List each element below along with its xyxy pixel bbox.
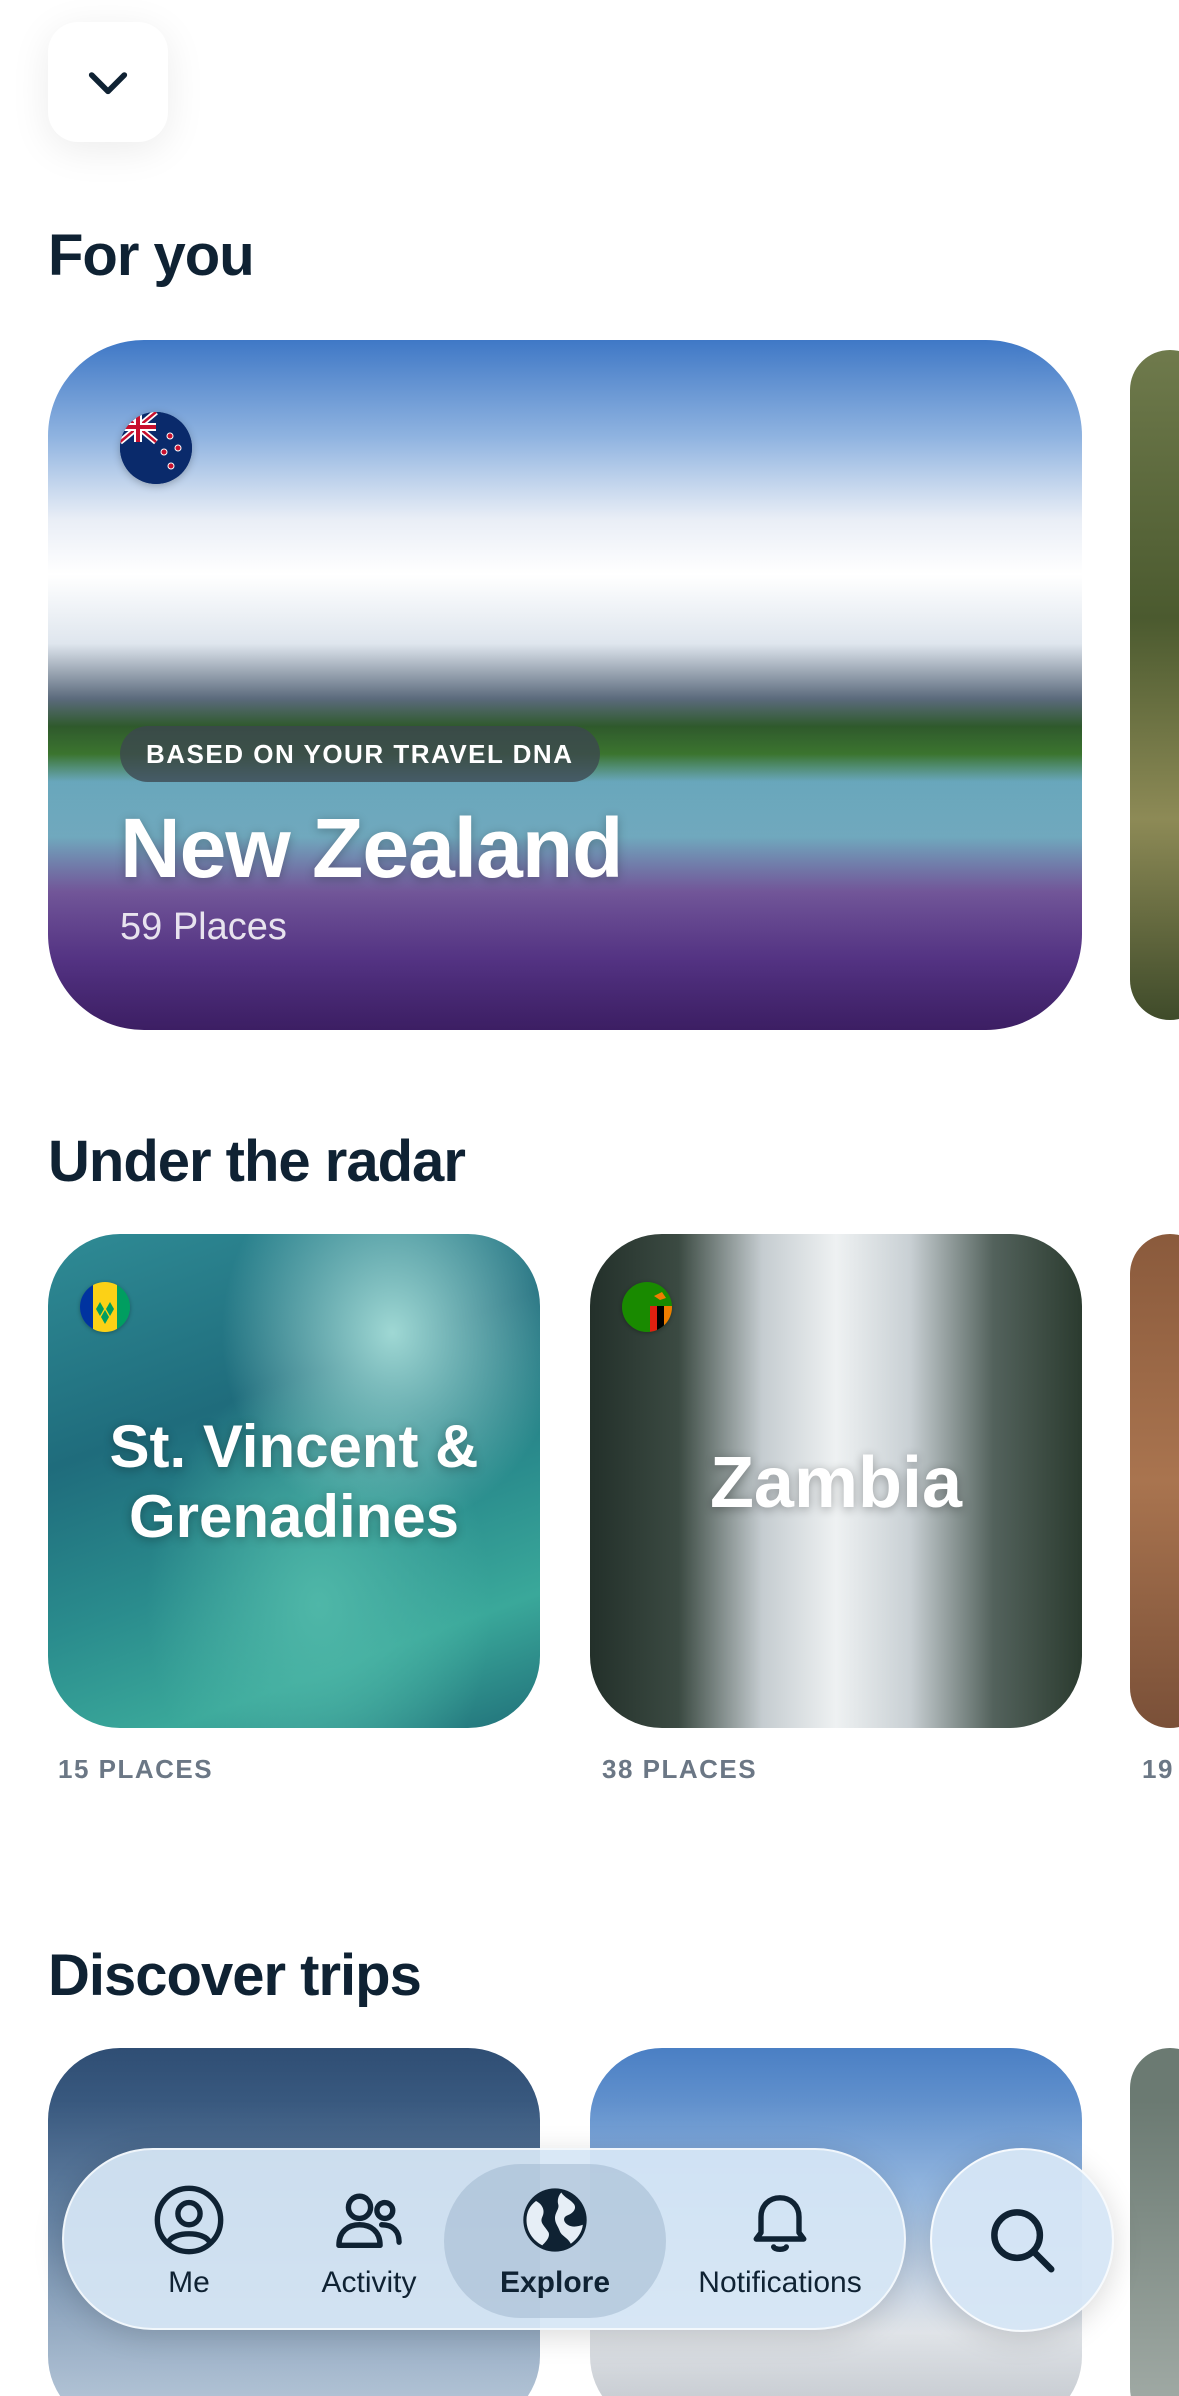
destination-card-zambia[interactable]: Zambia <box>590 1234 1082 1728</box>
collapse-button[interactable] <box>48 22 168 142</box>
destination-name-line-1: St. Vincent & <box>109 1413 479 1480</box>
next-destination-card[interactable] <box>1130 1234 1179 1728</box>
places-count: 38 PLACES <box>602 1754 758 1784</box>
people-icon <box>336 2193 402 2249</box>
section-title-for-you: For you <box>48 223 255 288</box>
destination-name: St. Vincent & Grenadines <box>48 1412 540 1552</box>
st-vincent-flag-icon <box>80 1282 130 1332</box>
next-destination-card[interactable] <box>1130 350 1179 1020</box>
tab-explore[interactable]: Explore <box>444 2164 666 2318</box>
destination-name: Zambia <box>709 1443 963 1523</box>
section-title-under-the-radar: Under the radar <box>48 1129 466 1194</box>
destination-name-line-2: Grenadines <box>128 1483 460 1550</box>
tab-label: Notifications <box>698 2266 862 2299</box>
chevron-down-icon <box>88 72 128 95</box>
search-icon <box>991 2209 1055 2273</box>
bell-icon <box>753 2195 807 2252</box>
tab-notifications[interactable]: Notifications <box>670 2150 890 2332</box>
places-count: 15 PLACES <box>58 1754 214 1784</box>
tab-bar: Me Activity Explore Notifications <box>62 2148 906 2330</box>
tab-me[interactable]: Me <box>124 2150 254 2332</box>
tab-activity[interactable]: Activity <box>304 2150 434 2332</box>
travel-dna-badge: BASED ON YOUR TRAVEL DNA <box>120 726 600 782</box>
globe-icon <box>523 2188 587 2252</box>
tab-label: Explore <box>499 2266 611 2299</box>
person-icon <box>154 2185 224 2255</box>
tab-label: Me <box>168 2266 210 2299</box>
tab-label: Activity <box>321 2266 417 2299</box>
search-button[interactable] <box>930 2148 1114 2332</box>
destination-card-st-vincent[interactable]: St. Vincent & Grenadines <box>48 1234 540 1728</box>
places-count: 19 <box>1142 1754 1174 1784</box>
section-title-discover-trips: Discover trips <box>48 1943 422 2008</box>
destination-places-count: 59 Places <box>120 906 287 948</box>
zambia-flag-icon <box>622 1282 672 1332</box>
destination-card-new-zealand[interactable]: BASED ON YOUR TRAVEL DNA New Zealand 59 … <box>48 340 1082 1030</box>
new-zealand-flag-icon <box>120 412 192 484</box>
destination-name: New Zealand <box>120 801 623 895</box>
